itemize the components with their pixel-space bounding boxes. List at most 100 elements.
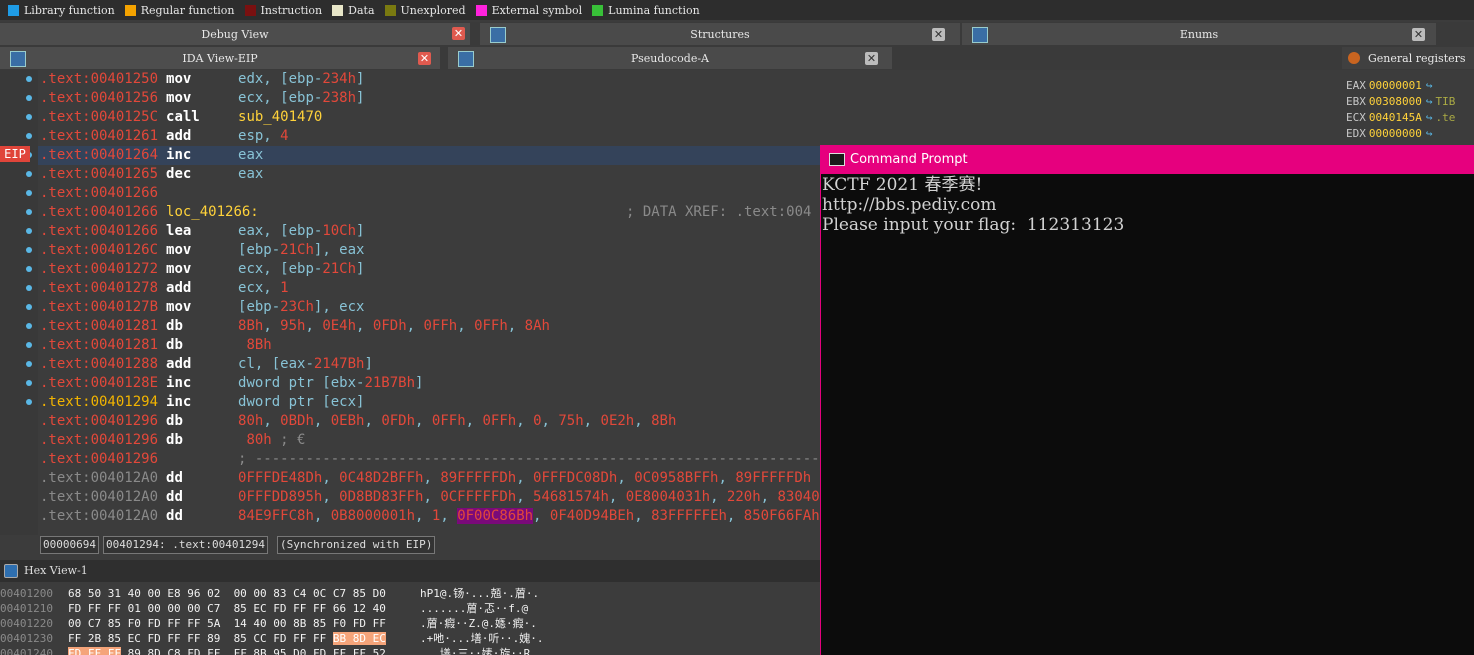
breakpoint-dot-icon[interactable]	[26, 285, 32, 291]
listing-row[interactable]: .text:00401278 add ecx, 1	[40, 279, 289, 298]
listing-row[interactable]: .text:0040128E inc dword ptr [ebx-21B7Bh]	[40, 374, 423, 393]
breakpoint-dot-icon[interactable]	[26, 304, 32, 310]
breakpoint-dot-icon[interactable]	[26, 399, 32, 405]
register-value[interactable]: 00000000	[1369, 127, 1422, 140]
hex-row[interactable]: 00401230 FF 2B 85 EC FD FF FF 89 85 CC FD…	[0, 631, 820, 646]
breakpoint-dot-icon[interactable]	[26, 95, 32, 101]
operand-token: ,	[356, 318, 373, 334]
breakpoint-dot-icon[interactable]	[26, 114, 32, 120]
row-mnemonic: lea	[166, 223, 192, 239]
breakpoint-dot-icon[interactable]	[26, 361, 32, 367]
listing-row[interactable]: .text:00401296 db 80h ; €	[40, 431, 305, 450]
listing-row[interactable]: .text:00401264 inc eax	[40, 146, 263, 165]
register-value[interactable]: 00000001	[1369, 79, 1422, 92]
hex-view-header[interactable]: Hex View-1	[0, 560, 820, 582]
command-prompt-window[interactable]: Command Prompt KCTF 2021 春季赛! http://bbs.…	[820, 145, 1474, 655]
listing-row[interactable]: .text:00401281 db 8Bh	[40, 336, 272, 355]
listing-row[interactable]: .text:00401272 mov ecx, [ebp-21Ch]	[40, 260, 364, 279]
register-value[interactable]: 0040145A	[1369, 111, 1422, 124]
breakpoint-dot-icon[interactable]	[26, 133, 32, 139]
breakpoint-dot-icon[interactable]	[26, 209, 32, 215]
hex-ascii: .+吔·...墡·听··.媿·.	[420, 632, 544, 645]
breakpoint-dot-icon[interactable]	[26, 323, 32, 329]
operand-token: ,	[634, 413, 652, 429]
hex-bytes: 68 50 31 40 00 E8 96 02 00 00 83 C4 0C C…	[68, 586, 386, 601]
breakpoint-dot-icon[interactable]	[26, 266, 32, 272]
row-mnemonic: db	[166, 432, 183, 448]
hex-row[interactable]: 00401200 68 50 31 40 00 E8 96 02 00 00 83…	[0, 586, 820, 601]
listing-row[interactable]: .text:00401250 mov edx, [ebp-234h]	[40, 70, 364, 89]
listing-row[interactable]: .text:00401281 db 8Bh, 95h, 0E4h, 0FDh, 0F…	[40, 317, 550, 336]
command-prompt-title: Command Prompt	[850, 152, 968, 167]
operand-token: 0FDh	[372, 318, 407, 334]
listing-row[interactable]: .text:00401294 inc dword ptr [ecx]	[40, 393, 364, 412]
close-enums-icon[interactable]: ✕	[1412, 28, 1425, 41]
breakpoint-dot-icon[interactable]	[26, 190, 32, 196]
row-operands: edx, [ebp-234h]	[238, 71, 364, 87]
hex-selected-bytes: FD FF FF	[68, 647, 121, 655]
breakpoint-dot-icon[interactable]	[26, 171, 32, 177]
command-prompt-output[interactable]: KCTF 2021 春季赛! http://bbs.pediy.com Please…	[821, 175, 1474, 655]
listing-row[interactable]: .text:00401256 mov ecx, [ebp-238h]	[40, 89, 364, 108]
row-address: .text:00401265	[40, 166, 159, 182]
listing-row[interactable]: .text:00401266	[40, 184, 238, 203]
operand-token: ,	[608, 489, 626, 505]
breakpoint-dot-icon[interactable]	[26, 380, 32, 386]
jump-arrow-icon[interactable]: ↪	[1426, 127, 1433, 140]
listing-row[interactable]: .text:0040125C call sub_401470	[40, 108, 322, 127]
row-address: .text:0040125C	[40, 109, 159, 125]
operand-token: ], ecx	[313, 299, 365, 315]
listing-row[interactable]: .text:004012A0 dd 0FFFDE48Dh, 0C48D2BFFh, …	[40, 469, 811, 488]
console-line: KCTF 2021 春季赛!	[822, 175, 983, 195]
listing-row[interactable]: .text:00401296 db 80h, 0BDh, 0EBh, 0FDh, 0…	[40, 412, 676, 431]
listing-row[interactable]: .text:0040126C mov [ebp-21Ch], eax	[40, 241, 364, 260]
operand-token: 234h	[322, 71, 357, 87]
row-mnemonic: db	[166, 413, 183, 429]
hex-address: 00401200	[0, 587, 53, 600]
close-structures-icon[interactable]: ✕	[932, 28, 945, 41]
hex-view[interactable]: 00401200 68 50 31 40 00 E8 96 02 00 00 83…	[0, 584, 820, 655]
operand-token: 0FFh	[431, 413, 466, 429]
listing-row[interactable]: .text:00401266 loc_401266: ; DATA XREF: .t…	[40, 203, 811, 222]
row-address: .text:004012A0	[40, 508, 159, 524]
operand-token: 0CFFFFFDh	[440, 489, 517, 505]
listing-row[interactable]: .text:00401288 add cl, [eax-2147Bh]	[40, 355, 373, 374]
hex-row[interactable]: 00401220 00 C7 85 F0 FD FF FF 5A 14 40 00…	[0, 616, 820, 631]
register-row[interactable]: EBX 00308000 ↪ TIB	[1346, 94, 1455, 110]
breakpoint-dot-icon[interactable]	[26, 342, 32, 348]
operand-token: ,	[457, 318, 475, 334]
close-pseudocode-icon[interactable]: ✕	[865, 52, 878, 65]
breakpoint-dot-icon[interactable]	[26, 228, 32, 234]
register-value[interactable]: 00308000	[1369, 95, 1422, 108]
general-registers-panel[interactable]: EAX 00000001 ↪ EBX 00308000 ↪ TIB ECX 0040145A ↪.…	[1342, 70, 1474, 145]
operand-token: 0E8004031h	[625, 489, 711, 505]
listing-row[interactable]: .text:00401261 add esp, 4	[40, 127, 289, 146]
hex-row[interactable]: 00401210 FD FF FF 01 00 00 00 C7 85 EC FD…	[0, 601, 820, 616]
command-prompt-titlebar[interactable]: Command Prompt	[821, 145, 1474, 174]
register-row[interactable]: EDX 00000000 ↪	[1346, 126, 1435, 142]
listing-row[interactable]: .text:00401265 dec eax	[40, 165, 263, 184]
jump-arrow-icon[interactable]: ↪	[1426, 95, 1433, 108]
listing-row[interactable]: .text:0040127B mov [ebp-23Ch], ecx	[40, 298, 364, 317]
register-row[interactable]: ECX 0040145A ↪ .te	[1346, 110, 1455, 126]
operand-token: ecx, [ebp-	[238, 90, 323, 106]
hex-view-title: Hex View-1	[24, 564, 88, 577]
listing-row[interactable]: .text:004012A0 dd 0FFFDD895h, 0D8BD83FFh, …	[40, 488, 820, 507]
operand-token: 0C48D2BFFh	[339, 470, 424, 486]
tab-enums[interactable]: Enums	[962, 23, 1436, 45]
hex-address: 00401210	[0, 602, 53, 615]
listing-row[interactable]: .text:00401266 lea eax, [ebp-10Ch]	[40, 222, 364, 241]
breakpoint-dot-icon[interactable]	[26, 247, 32, 253]
row-address: .text:004012A0	[40, 489, 159, 505]
hex-row[interactable]: 00401240 FD FF FF 89 8D C8 FD FF FF 8B 95…	[0, 646, 820, 655]
jump-arrow-icon[interactable]: ↪	[1426, 111, 1433, 124]
operand-token: 0FDh	[381, 413, 416, 429]
listing-row[interactable]: .text:004012A0 dd 84E9FFC8h, 0B8000001h, 1…	[40, 507, 820, 526]
console-line: Please input your flag: 112313123	[822, 215, 1125, 235]
tab-general-registers[interactable]: General registers	[1342, 47, 1474, 69]
jump-arrow-icon[interactable]: ↪	[1426, 79, 1433, 92]
hex-bytes-text: 00 C7 85 F0 FD FF FF 5A 14 40 00 8B 85 F…	[68, 617, 386, 630]
register-row[interactable]: EAX 00000001 ↪	[1346, 78, 1435, 94]
operand-token: 1	[280, 280, 289, 296]
breakpoint-dot-icon[interactable]	[26, 76, 32, 82]
